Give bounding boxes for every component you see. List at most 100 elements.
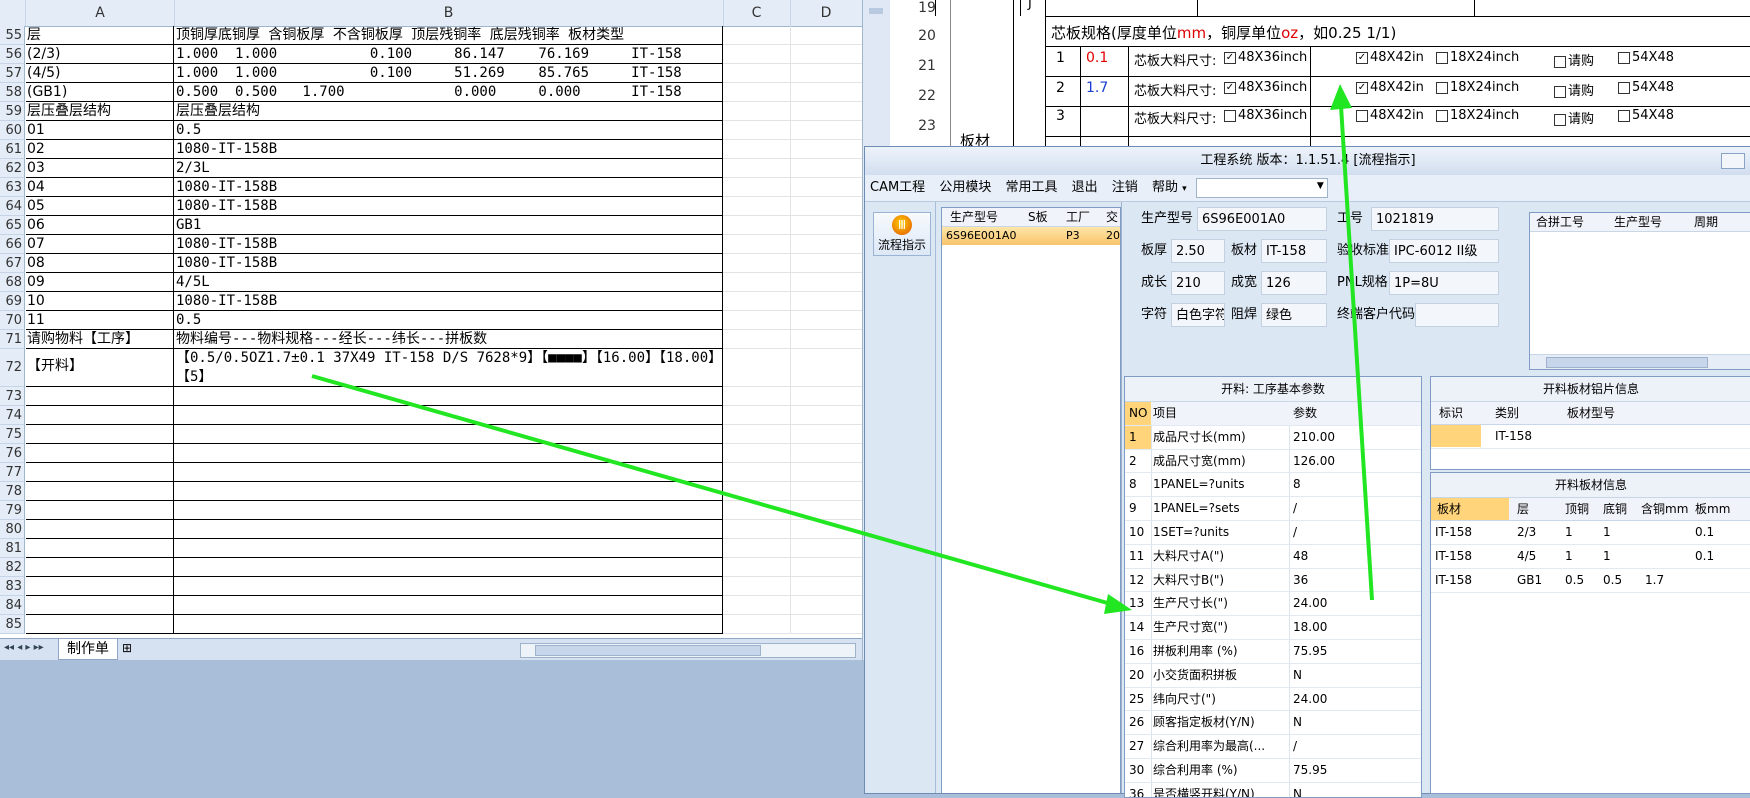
col-factory[interactable]: 工厂	[1066, 208, 1090, 226]
row-number[interactable]: 57	[0, 64, 25, 83]
cell-a[interactable]	[26, 558, 174, 577]
param-row[interactable]: 11 大料尺寸A(") 48	[1125, 545, 1421, 569]
row-number[interactable]: 76	[0, 444, 25, 463]
cell-b[interactable]	[174, 596, 723, 615]
cell-c[interactable]	[723, 463, 862, 482]
cell-c[interactable]	[723, 159, 862, 178]
checkbox-icon[interactable]	[1554, 85, 1566, 98]
column-header-c[interactable]: C	[723, 0, 791, 26]
cut-panel-row[interactable]: IT-158	[1431, 425, 1750, 449]
menu-help[interactable]: 帮助 ▾	[1147, 175, 1192, 201]
cell-c[interactable]	[723, 292, 862, 311]
cell-a[interactable]: (2/3)	[26, 45, 174, 64]
cell-b[interactable]	[174, 615, 723, 634]
option-18x24[interactable]: 18X24inch	[1436, 50, 1519, 65]
option-48x36[interactable]: 48X36inch	[1224, 108, 1307, 123]
cell-c[interactable]	[723, 64, 862, 83]
col-with-cu[interactable]: 含铜mm	[1641, 498, 1688, 520]
row-number[interactable]: 85	[0, 615, 25, 634]
row-number[interactable]: 71	[0, 330, 25, 349]
end-customer-field[interactable]	[1415, 303, 1499, 327]
cell-b[interactable]: 1.000 1.000 0.100 51.269 85.765 IT-158	[174, 64, 723, 83]
cell-a[interactable]: 03	[26, 159, 174, 178]
cell-a[interactable]	[26, 444, 174, 463]
material-row[interactable]: IT-158 GB1 0.5 0.5 1.7	[1431, 569, 1750, 593]
col-merge-model[interactable]: 生产型号	[1614, 213, 1662, 231]
cell-a[interactable]	[26, 387, 174, 406]
cell-b[interactable]: 0.500 0.500 1.700 0.000 0.000 IT-158	[174, 83, 723, 102]
pnl-field[interactable]: 1P=8U	[1389, 271, 1499, 295]
cell-b[interactable]: 0.5	[174, 121, 723, 140]
checkbox-icon[interactable]	[1618, 51, 1630, 64]
cell-a[interactable]	[26, 482, 174, 501]
char-field[interactable]: 白色字符	[1171, 303, 1225, 327]
cell-b[interactable]: GB1	[174, 216, 723, 235]
merge-scroll-thumb[interactable]	[1546, 357, 1708, 368]
cell-b[interactable]: 层压叠层结构	[174, 102, 723, 121]
cell-b[interactable]	[174, 482, 723, 501]
cell-a[interactable]: 请购物料【工序】	[26, 330, 174, 349]
cell-c[interactable]	[723, 577, 862, 596]
cell-a[interactable]	[26, 596, 174, 615]
width-field[interactable]: 126	[1261, 271, 1327, 295]
cell-a[interactable]	[26, 501, 174, 520]
cell-a[interactable]: 08	[26, 254, 174, 273]
cell-b[interactable]: 1080-IT-158B	[174, 197, 723, 216]
checkbox-icon[interactable]	[1618, 109, 1630, 122]
param-row[interactable]: 30 综合利用率 (%) 75.95	[1125, 759, 1421, 783]
cell-b[interactable]: 0.5	[174, 311, 723, 330]
col-board-model[interactable]: 板材型号	[1567, 402, 1615, 424]
cell-a[interactable]	[26, 406, 174, 425]
row-number[interactable]: 69	[0, 292, 25, 311]
cell-a[interactable]: (GB1)	[26, 83, 174, 102]
cell-b[interactable]: 【0.5/0.5OZ1.7±0.1 37X49 IT-158 D/S 7628*…	[174, 349, 723, 387]
cell-b[interactable]	[174, 387, 723, 406]
cell-c[interactable]	[723, 330, 862, 349]
param-row[interactable]: 14 生产尺寸宽(") 18.00	[1125, 616, 1421, 640]
cell-b[interactable]: 4/5L	[174, 273, 723, 292]
menu-combo-box[interactable]: ▼	[1195, 178, 1328, 198]
cell-c[interactable]	[723, 596, 862, 615]
cell-c[interactable]	[723, 45, 862, 64]
cell-a[interactable]: 【开料】	[26, 349, 174, 387]
col-top-cu[interactable]: 顶铜	[1565, 498, 1589, 520]
row-number[interactable]: 66	[0, 235, 25, 254]
checkbox-icon[interactable]	[1554, 55, 1566, 68]
option-54x48[interactable]: 54X48	[1618, 50, 1674, 65]
row-number[interactable]: 74	[0, 406, 25, 425]
scroll-thumb[interactable]	[869, 8, 883, 14]
cell-a[interactable]	[26, 539, 174, 558]
cell-b[interactable]: 2/3L	[174, 159, 723, 178]
cell-c[interactable]	[723, 121, 862, 140]
param-row[interactable]: 27 综合利用率为最高(... /	[1125, 735, 1421, 759]
cell-a[interactable]: 06	[26, 216, 174, 235]
row-number[interactable]: 80	[0, 520, 25, 539]
row-number[interactable]: 78	[0, 482, 25, 501]
cell-a[interactable]: 04	[26, 178, 174, 197]
cell-b[interactable]	[174, 425, 723, 444]
row-number[interactable]: 84	[0, 596, 25, 615]
cell-b[interactable]: 物料编号---物料规格---经长---纬长---拼板数	[174, 330, 723, 349]
cell-c[interactable]	[723, 235, 862, 254]
row-number[interactable]: 82	[0, 558, 25, 577]
param-row[interactable]: 25 纬向尺寸(") 24.00	[1125, 688, 1421, 712]
cell-b[interactable]: 1080-IT-158B	[174, 178, 723, 197]
cell-b[interactable]	[174, 558, 723, 577]
param-row[interactable]: 13 生产尺寸长(") 24.00	[1125, 592, 1421, 617]
cell-a[interactable]	[26, 463, 174, 482]
row-number[interactable]: 65	[0, 216, 25, 235]
row-number[interactable]: 68	[0, 273, 25, 292]
cell-b[interactable]	[174, 444, 723, 463]
length-field[interactable]: 210	[1171, 271, 1225, 295]
col-item[interactable]: 项目	[1153, 402, 1289, 425]
checkbox-icon[interactable]	[1618, 81, 1630, 94]
option-48x42[interactable]: ✓ 48X42in	[1356, 50, 1424, 65]
merge-horizontal-scrollbar[interactable]	[1530, 354, 1750, 369]
param-row[interactable]: 26 顾客指定板材(Y/N) N	[1125, 711, 1421, 736]
param-row[interactable]: 20 小交货面积拼板 N	[1125, 664, 1421, 688]
cell-c[interactable]	[723, 140, 862, 159]
row-number[interactable]: 63	[0, 178, 25, 197]
checkbox-icon[interactable]	[1436, 81, 1448, 94]
cell-b[interactable]: 1080-IT-158B	[174, 235, 723, 254]
col-merge-period[interactable]: 周期	[1694, 213, 1718, 231]
